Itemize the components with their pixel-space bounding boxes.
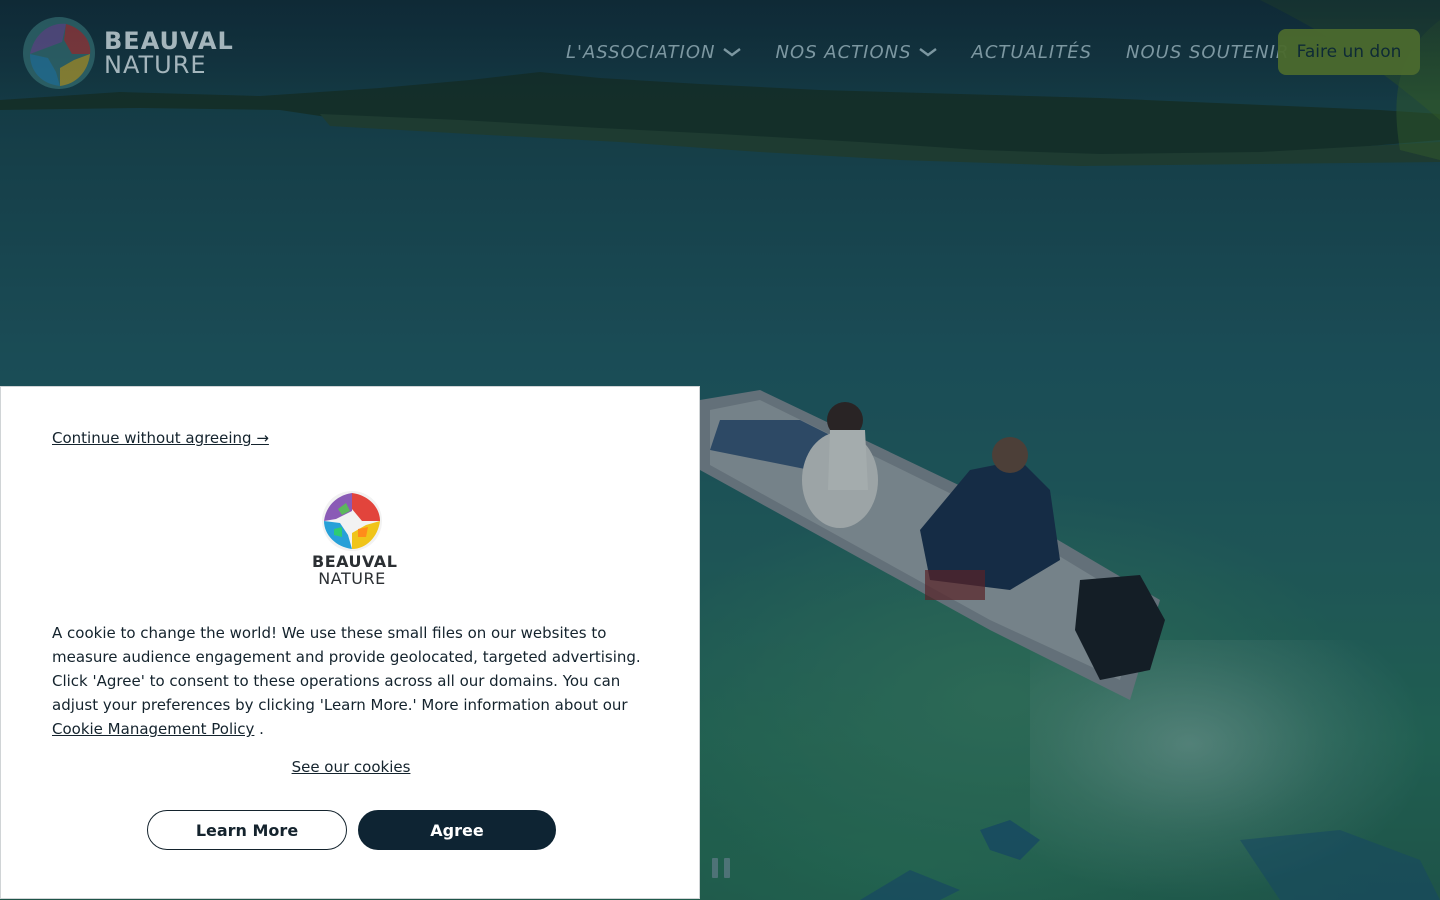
logo-line2: NATURE [104, 51, 207, 79]
site-logo[interactable]: BEAUVAL NATURE [20, 14, 233, 92]
chevron-down-icon [918, 48, 937, 57]
pause-bar [724, 858, 730, 878]
cookie-description-end: . [254, 720, 264, 738]
agree-button[interactable]: Agree [358, 810, 556, 850]
cookie-consent-dialog: Continue without agreeing → BEAUVAL NATU… [0, 386, 700, 899]
see-cookies-link[interactable]: See our cookies [292, 758, 411, 776]
pause-bar [712, 858, 718, 878]
pause-icon[interactable] [712, 858, 730, 878]
cookie-logo: BEAUVAL NATURE [312, 489, 398, 593]
site-header: BEAUVAL NATURE L'ASSOCIATION NOS ACTIONS… [0, 0, 1440, 100]
cookie-policy-link[interactable]: Cookie Management Policy [52, 720, 254, 738]
main-nav: L'ASSOCIATION NOS ACTIONS ACTUALITÉS NOU… [566, 38, 1323, 66]
nav-item-actualites[interactable]: ACTUALITÉS [972, 42, 1093, 63]
cookie-logo-line2: NATURE [318, 569, 386, 588]
nav-item-association[interactable]: L'ASSOCIATION [566, 42, 742, 63]
logo-line1: BEAUVAL [104, 27, 234, 55]
nav-item-actions[interactable]: NOS ACTIONS [776, 42, 938, 63]
logo-animals-icon [322, 491, 382, 551]
nav-label: NOUS SOUTENIR [1126, 41, 1290, 63]
continue-without-agreeing-link[interactable]: Continue without agreeing → [52, 429, 269, 447]
cookie-description-text: A cookie to change the world! We use the… [52, 624, 641, 714]
see-cookies-row: See our cookies [1, 758, 701, 776]
nav-label: NOS ACTIONS [775, 41, 912, 63]
chevron-down-icon [722, 48, 741, 57]
nav-label: L'ASSOCIATION [566, 41, 716, 63]
donate-button[interactable]: Faire un don [1278, 29, 1420, 75]
logo-wordmark: BEAUVAL NATURE [104, 29, 234, 77]
nav-label: ACTUALITÉS [971, 41, 1093, 63]
logo-animals-icon [23, 17, 95, 89]
cookie-logo-line1: BEAUVAL [312, 552, 398, 571]
learn-more-button[interactable]: Learn More [147, 810, 347, 850]
nav-item-soutenir[interactable]: NOUS SOUTENIR [1126, 42, 1289, 63]
cookie-description: A cookie to change the world! We use the… [52, 621, 652, 741]
